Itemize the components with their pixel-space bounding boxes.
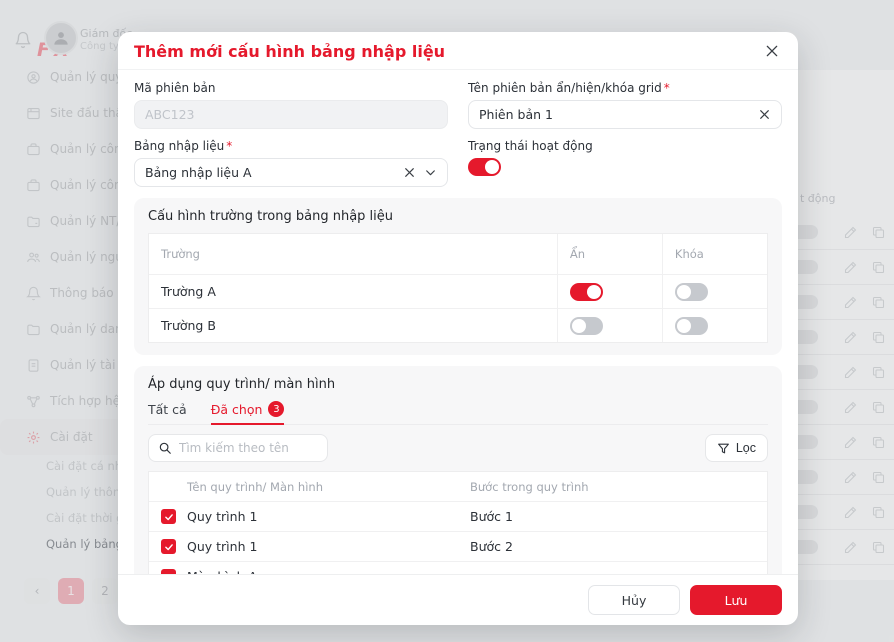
table-controls: Lọc [148,434,768,462]
field-version-code: Mã phiên bản ABC123 [134,81,448,129]
row-checkbox[interactable] [161,539,176,554]
funnel-icon [717,442,730,455]
table-row: Màn hình A [149,561,767,574]
input-table-select[interactable]: Bảng nhập liệu A [134,158,448,187]
locked-toggle[interactable] [675,283,708,301]
selected-count-badge: 3 [268,401,284,417]
search-input[interactable] [179,441,318,455]
table-header-row: Tên quy trình/ Màn hình Bước trong quy t… [149,472,767,501]
table-row: Quy trình 1 Bước 2 [149,531,767,561]
status-active-toggle[interactable] [468,158,501,176]
modal-title: Thêm mới cấu hình bảng nhập liệu [134,42,445,61]
field-status: Trạng thái hoạt động [468,139,782,187]
required-asterisk: * [226,139,232,153]
row-checkbox[interactable] [161,509,176,524]
clear-icon[interactable] [758,108,771,121]
add-config-modal: Thêm mới cấu hình bảng nhập liệu Mã phiê… [118,32,798,625]
search-box[interactable] [148,434,328,462]
field-config-section: Cấu hình trường trong bảng nhập liệu Trư… [134,198,782,355]
clear-icon[interactable] [403,166,416,179]
filter-button[interactable]: Lọc [705,434,768,462]
modal-header: Thêm mới cấu hình bảng nhập liệu [118,32,798,70]
hidden-toggle[interactable] [570,317,603,335]
modal-body: Mã phiên bản ABC123 Tên phiên bản ẩn/hiệ… [118,70,798,574]
table-row: Quy trình 1 Bước 1 [149,501,767,531]
tabs: Tất cả Đã chọn 3 [148,401,768,425]
save-button[interactable]: Lưu [690,585,782,615]
tab-selected[interactable]: Đã chọn 3 [211,401,285,425]
apply-section: Áp dụng quy trình/ màn hình Tất cả Đã ch… [134,366,782,574]
tab-all[interactable]: Tất cả [148,401,187,425]
version-code-input: ABC123 [134,100,448,129]
table-row: Trường A [149,274,767,308]
column-header: Trường [149,247,557,261]
required-asterisk: * [664,81,670,95]
field-version-name: Tên phiên bản ẩn/hiện/khóa grid* Phiên b… [468,81,782,129]
column-header: Ẩn [557,234,662,274]
search-icon [158,441,172,455]
field-config-title: Cấu hình trường trong bảng nhập liệu [148,209,768,224]
hidden-toggle[interactable] [570,283,603,301]
apply-table: Tên quy trình/ Màn hình Bước trong quy t… [148,471,768,574]
field-config-table: Trường Ẩn Khóa Trường A Trường B [148,233,768,343]
column-header: Tên quy trình/ Màn hình [149,480,458,494]
version-name-input[interactable]: Phiên bản 1 [468,100,782,129]
column-header: Khóa [662,234,767,274]
locked-toggle[interactable] [675,317,708,335]
field-label: Tên phiên bản ẩn/hiện/khóa grid* [468,81,782,95]
apply-section-title: Áp dụng quy trình/ màn hình [148,377,768,392]
chevron-down-icon[interactable] [424,166,437,179]
table-row: Trường B [149,308,767,342]
field-label: Trạng thái hoạt động [468,139,782,153]
modal-footer: Hủy Lưu [118,574,798,625]
table-header-row: Trường Ẩn Khóa [149,234,767,274]
field-label: Mã phiên bản [134,81,448,95]
close-icon[interactable] [762,41,782,61]
field-input-table: Bảng nhập liệu* Bảng nhập liệu A [134,139,448,187]
column-header: Bước trong quy trình [458,480,767,494]
field-label: Bảng nhập liệu* [134,139,448,153]
cancel-button[interactable]: Hủy [588,585,680,615]
